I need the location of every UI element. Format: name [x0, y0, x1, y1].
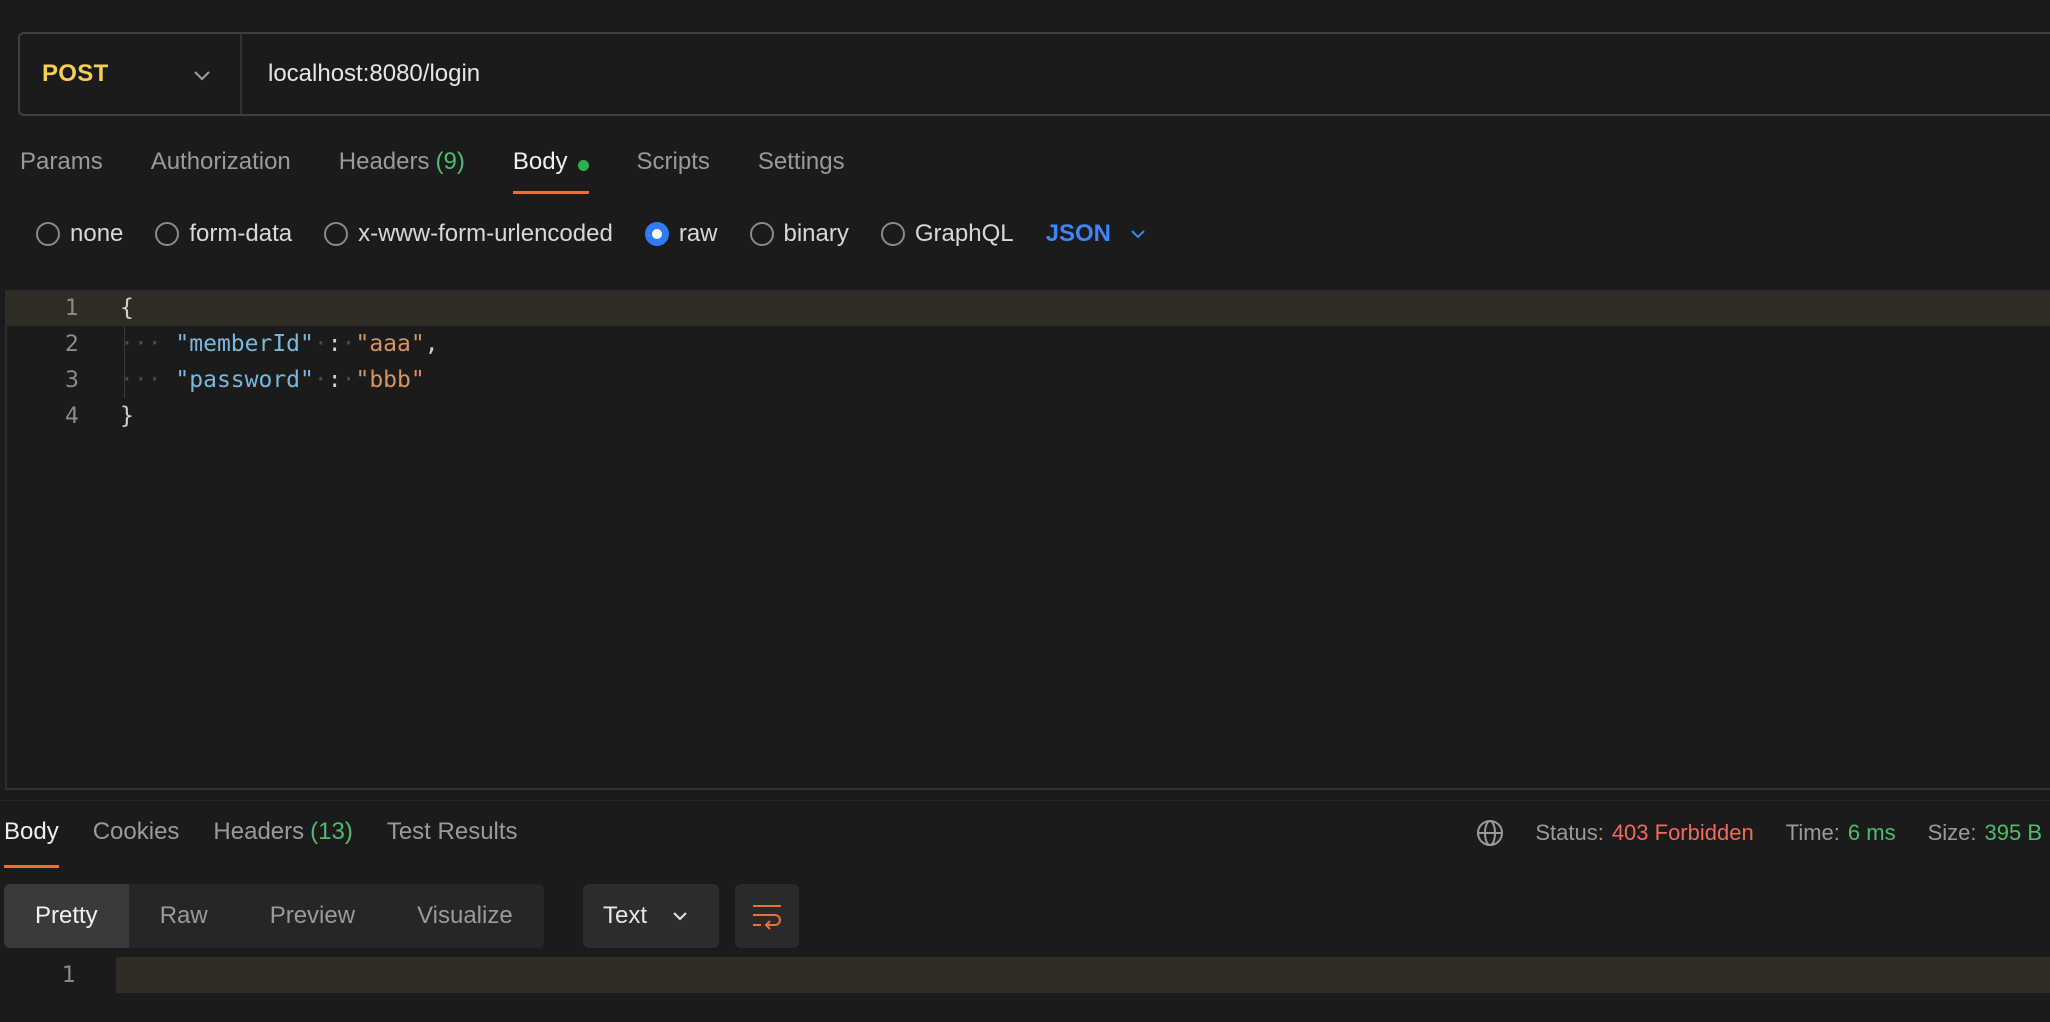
close-brace: }: [120, 403, 134, 429]
modified-dot-icon: [577, 160, 589, 171]
url-input[interactable]: [266, 59, 1966, 89]
radio-checked-icon: [644, 222, 669, 246]
response-format-select[interactable]: Text: [583, 884, 719, 948]
body-format-label: JSON: [1045, 220, 1111, 247]
response-body-editor[interactable]: 1: [0, 957, 2050, 993]
tab-headers[interactable]: Headers (9): [339, 140, 465, 194]
time-label: Time:: [1785, 820, 1840, 845]
size-label: Size:: [1927, 820, 1977, 845]
tab-body[interactable]: Body: [512, 140, 589, 194]
status-label: Status:: [1535, 820, 1604, 845]
response-tab-test-results-label: Test Results: [386, 818, 518, 845]
tab-authorization[interactable]: Authorization: [151, 140, 291, 194]
response-status-bar: Status: 403 Forbidden Time: 6 ms Size: 3…: [1475, 818, 2042, 848]
wrap-lines-button[interactable]: [735, 884, 799, 948]
tab-params-label: Params: [20, 148, 103, 175]
chevron-down-icon: [673, 912, 687, 921]
current-line-highlight: [116, 957, 2050, 993]
request-tabs: Params Authorization Headers (9) Body Sc…: [20, 140, 893, 196]
body-type-label: raw: [678, 220, 718, 247]
response-view-modes: Pretty Raw Preview Visualize: [4, 884, 544, 948]
status-value[interactable]: 403 Forbidden: [1612, 820, 1754, 846]
globe-icon[interactable]: [1475, 818, 1505, 848]
size-value[interactable]: 395 B: [1985, 820, 2043, 846]
response-format-label: Text: [603, 902, 648, 929]
response-tab-headers-count: (13): [310, 818, 353, 845]
method-select[interactable]: POST: [20, 34, 242, 114]
response-tabs: Body Cookies Headers (13) Test Results: [4, 818, 552, 868]
body-type-label: binary: [783, 220, 849, 247]
tab-body-label: Body: [512, 148, 568, 175]
request-body-editor[interactable]: 1 { 2 ··· "memberId"·:·"aaa", 3 ··· "pas…: [5, 290, 2050, 790]
body-type-urlencoded[interactable]: x-www-form-urlencoded: [324, 220, 613, 248]
body-type-binary[interactable]: binary: [749, 220, 849, 248]
radio-icon: [880, 222, 905, 246]
radio-icon: [324, 222, 349, 246]
response-tab-cookies[interactable]: Cookies: [93, 818, 180, 868]
code-line: 2 ··· "memberId"·:·"aaa",: [7, 326, 2050, 362]
body-type-form-data[interactable]: form-data: [155, 220, 292, 248]
json-value: "bbb": [355, 367, 425, 393]
body-type-raw[interactable]: raw: [644, 220, 718, 248]
response-tab-cookies-label: Cookies: [92, 818, 180, 845]
line-number: 1: [65, 295, 79, 321]
response-tab-body-label: Body: [4, 818, 59, 845]
json-key: "password": [175, 367, 314, 393]
tab-headers-count: (9): [435, 148, 465, 175]
body-type-none[interactable]: none: [36, 220, 123, 248]
view-mode-preview[interactable]: Preview: [239, 884, 386, 948]
tab-settings[interactable]: Settings: [758, 140, 845, 194]
wrap-lines-icon: [753, 905, 781, 930]
response-divider[interactable]: [0, 800, 2050, 801]
response-tab-headers[interactable]: Headers (13): [213, 818, 352, 868]
time-value[interactable]: 6 ms: [1848, 820, 1896, 846]
request-url-bar: POST: [18, 32, 2050, 116]
json-value: "aaa": [355, 331, 425, 357]
tab-scripts[interactable]: Scripts: [637, 140, 710, 194]
tab-headers-label: Headers: [338, 148, 430, 175]
response-tab-body[interactable]: Body: [4, 818, 59, 868]
open-brace: {: [120, 295, 134, 321]
tab-params[interactable]: Params: [20, 140, 103, 194]
line-number: 2: [65, 331, 79, 357]
response-tab-test-results[interactable]: Test Results: [387, 818, 518, 868]
view-mode-visualize[interactable]: Visualize: [386, 884, 544, 948]
radio-icon: [36, 222, 60, 246]
tab-authorization-label: Authorization: [150, 148, 291, 175]
body-type-graphql[interactable]: GraphQL: [880, 220, 1014, 248]
view-mode-raw[interactable]: Raw: [129, 884, 239, 948]
chevron-down-icon: [194, 71, 210, 81]
line-number: 3: [65, 367, 79, 393]
body-type-label: none: [70, 220, 124, 247]
code-line: 3 ··· "password"·:·"bbb": [7, 362, 2050, 398]
code-line: 1 {: [7, 290, 2050, 326]
body-type-label: GraphQL: [914, 220, 1014, 247]
line-number: 1: [62, 962, 76, 988]
body-type-options: none form-data x-www-form-urlencoded raw…: [36, 218, 1149, 250]
tab-scripts-label: Scripts: [636, 148, 710, 175]
radio-icon: [749, 222, 774, 246]
body-type-label: x-www-form-urlencoded: [358, 220, 613, 247]
tab-settings-label: Settings: [757, 148, 845, 175]
line-number: 4: [65, 403, 79, 429]
code-line: 4 }: [7, 398, 2050, 434]
chevron-down-icon: [1131, 230, 1145, 239]
body-format-select[interactable]: JSON: [1046, 220, 1149, 248]
response-tab-headers-label: Headers: [213, 818, 305, 845]
body-type-label: form-data: [189, 220, 293, 247]
method-label: POST: [42, 60, 109, 87]
view-mode-pretty[interactable]: Pretty: [4, 884, 129, 948]
radio-icon: [155, 222, 180, 246]
json-key: "memberId": [175, 331, 314, 357]
